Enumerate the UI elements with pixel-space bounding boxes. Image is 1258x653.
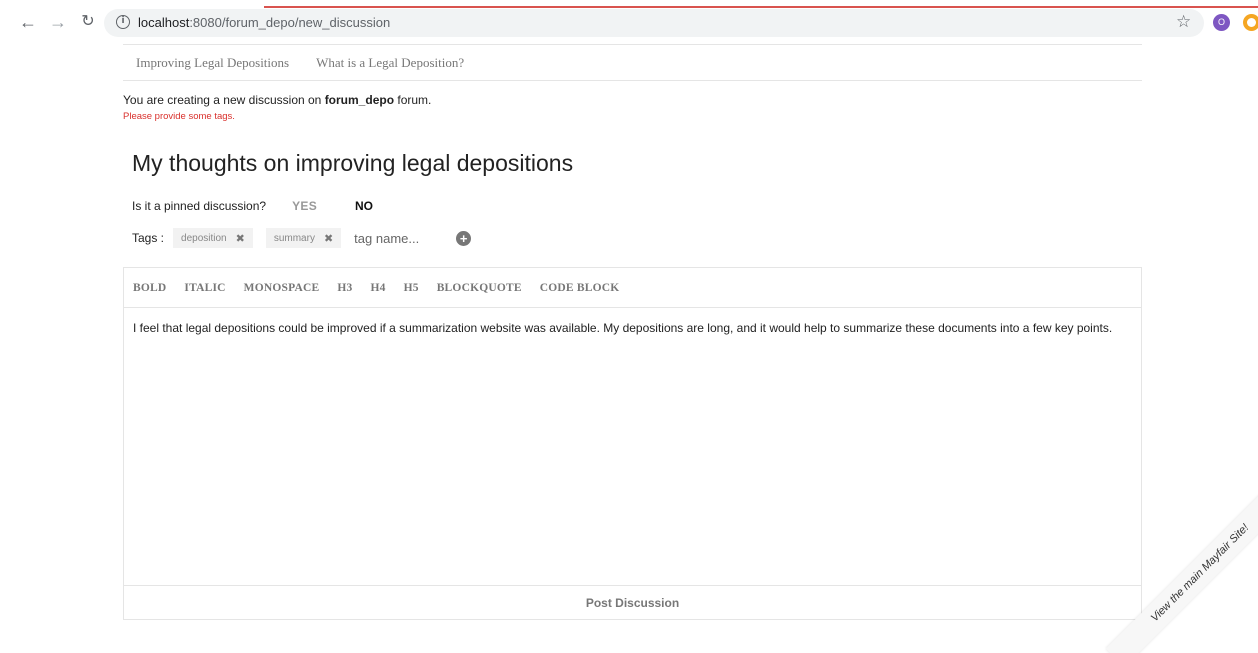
tag-chip: summary ✖ xyxy=(265,228,342,248)
reload-icon[interactable]: ↻ xyxy=(78,12,98,32)
remove-tag-icon[interactable]: ✖ xyxy=(236,232,245,245)
pinned-no-option[interactable]: NO xyxy=(355,199,373,213)
post-discussion-button[interactable]: Post Discussion xyxy=(124,585,1141,619)
loading-bar xyxy=(264,6,1258,8)
h3-button[interactable]: H3 xyxy=(337,282,352,294)
profile-avatar[interactable]: O xyxy=(1213,14,1230,31)
back-arrow-icon[interactable]: ← xyxy=(18,12,38,32)
intro-suffix: forum. xyxy=(394,93,432,107)
editor-text-area[interactable]: I feel that legal depositions could be i… xyxy=(124,308,1141,586)
code-block-button[interactable]: CODE BLOCK xyxy=(540,282,620,294)
forum-name: forum_depo xyxy=(324,93,395,107)
error-message: Please provide some tags. xyxy=(123,111,235,122)
editor-toolbar: BOLD ITALIC MONOSPACE H3 H4 H5 BLOCKQUOT… xyxy=(124,268,1141,308)
h4-button[interactable]: H4 xyxy=(370,282,385,294)
blockquote-button[interactable]: BLOCKQUOTE xyxy=(437,282,522,294)
url-host: localhost xyxy=(138,15,190,30)
h5-button[interactable]: H5 xyxy=(404,282,419,294)
url-path: :8080/forum_depo/new_discussion xyxy=(189,15,391,30)
add-tag-icon[interactable]: + xyxy=(456,230,472,246)
discussion-editor: BOLD ITALIC MONOSPACE H3 H4 H5 BLOCKQUOT… xyxy=(123,267,1142,620)
tags-row: Tags : deposition ✖ summary ✖ + xyxy=(132,227,1142,249)
discussion-title[interactable]: My thoughts on improving legal depositio… xyxy=(132,150,1142,177)
info-icon[interactable]: i xyxy=(116,15,130,29)
tag-label: summary xyxy=(273,232,315,244)
pinned-label: Is it a pinned discussion? xyxy=(132,199,267,213)
page-container: Improving Legal Depositions What is a Le… xyxy=(123,44,1142,620)
tag-name-input[interactable] xyxy=(354,230,445,246)
intro-text: You are creating a new discussion on for… xyxy=(123,93,1142,107)
top-navigation: Improving Legal Depositions What is a Le… xyxy=(123,44,1142,81)
browser-toolbar: ← → ↻ i localhost:8080/forum_depo/new_di… xyxy=(0,0,1258,44)
url-text[interactable]: localhost:8080/forum_depo/new_discussion xyxy=(138,15,390,30)
address-bar[interactable]: i localhost:8080/forum_depo/new_discussi… xyxy=(104,9,1204,37)
italic-button[interactable]: ITALIC xyxy=(184,282,225,294)
remove-tag-icon[interactable]: ✖ xyxy=(324,232,333,245)
pinned-row: Is it a pinned discussion? YES NO xyxy=(132,199,1142,213)
nav-item-improving-legal-depositions[interactable]: Improving Legal Depositions xyxy=(136,55,289,71)
intro-prefix: You are creating a new discussion on xyxy=(123,93,325,107)
nav-item-what-is-legal-deposition[interactable]: What is a Legal Deposition? xyxy=(316,55,464,71)
monospace-button[interactable]: MONOSPACE xyxy=(244,282,320,294)
tag-label: deposition xyxy=(181,232,227,244)
tag-chip: deposition ✖ xyxy=(173,228,253,248)
extension-icon[interactable] xyxy=(1243,14,1258,31)
pinned-yes-option[interactable]: YES xyxy=(292,199,317,213)
forward-arrow-icon[interactable]: → xyxy=(48,12,68,32)
bookmark-star-icon[interactable]: ☆ xyxy=(1176,12,1191,32)
bold-button[interactable]: BOLD xyxy=(133,282,166,294)
tags-label: Tags : xyxy=(132,231,165,245)
